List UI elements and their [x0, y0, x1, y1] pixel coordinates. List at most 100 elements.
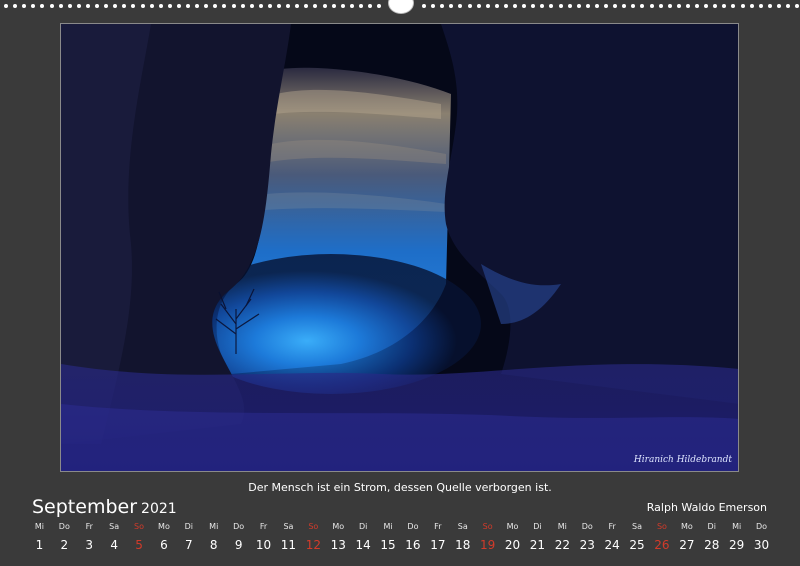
- binding-hole: [513, 4, 517, 8]
- binding-hole: [295, 4, 300, 8]
- binding-hole: [695, 4, 699, 8]
- binding-hole: [277, 4, 281, 8]
- binding-hole: [758, 4, 763, 8]
- day-cell: Mi 15: [376, 522, 401, 553]
- binding-hole: [195, 4, 200, 8]
- weekday-label: So: [134, 522, 145, 531]
- binding-hole: [358, 4, 363, 8]
- day-cell: Sa 4: [102, 522, 127, 553]
- weekday-label: Sa: [632, 522, 643, 531]
- binding-hole: [222, 4, 227, 8]
- day-number: 23: [579, 538, 595, 552]
- binding-hole: [731, 4, 736, 8]
- binding-hole: [340, 4, 345, 8]
- binding-hole: [649, 4, 654, 8]
- binding-hole: [531, 4, 536, 8]
- day-number: 25: [629, 538, 645, 552]
- binding-hole: [304, 4, 309, 8]
- weekday-label: Di: [707, 522, 716, 531]
- day-number: 3: [85, 538, 94, 552]
- binding-hole: [322, 4, 327, 8]
- binding-hole: [658, 4, 663, 8]
- binding-hole: [776, 4, 781, 8]
- day-number: 27: [679, 538, 695, 552]
- binding-hole: [540, 4, 545, 8]
- day-number: 18: [455, 538, 471, 552]
- binding-hole: [722, 4, 727, 8]
- day-cell: Sa 11: [276, 522, 301, 553]
- binding-hole: [749, 4, 754, 8]
- binding-hole: [67, 4, 72, 8]
- day-cell: Fr 17: [425, 522, 450, 553]
- binding-hole: [176, 4, 181, 8]
- binding-hole: [249, 4, 254, 8]
- binding-hole: [476, 4, 481, 8]
- binding-hole: [503, 4, 508, 8]
- cave-photo-graphic: [61, 24, 738, 471]
- weekday-label: Do: [233, 522, 245, 531]
- day-cell: Fr 3: [77, 522, 102, 553]
- binding-hole: [767, 4, 772, 8]
- day-number: 12: [305, 538, 321, 552]
- day-number: 14: [355, 538, 371, 552]
- binding-hole: [576, 4, 581, 8]
- day-cell: Mo 6: [152, 522, 177, 553]
- hanger-hole: [388, 0, 414, 14]
- day-number: 21: [529, 538, 546, 552]
- weekday-label: Do: [756, 522, 768, 531]
- photographer-signature: Hiranich Hildebrandt: [633, 455, 732, 465]
- day-number: 20: [504, 538, 521, 552]
- weekday-label: Mo: [332, 522, 345, 531]
- day-cell: Mo 13: [326, 522, 351, 553]
- day-cell: Do 16: [401, 522, 426, 553]
- binding-hole: [604, 4, 608, 8]
- binding-hole: [349, 4, 354, 8]
- day-number: 28: [704, 538, 720, 552]
- day-number: 7: [185, 538, 193, 552]
- weekday-label: So: [482, 522, 493, 531]
- weekday-label: Di: [358, 522, 368, 531]
- day-number: 19: [479, 538, 496, 552]
- day-number: 13: [330, 538, 346, 552]
- calendar-quote: Der Mensch ist ein Strom, dessen Quelle …: [248, 481, 552, 494]
- binding-hole: [631, 4, 636, 8]
- day-cell: Di 28: [699, 522, 724, 553]
- day-number: 10: [255, 538, 272, 552]
- binding-hole: [522, 4, 527, 8]
- weekday-label: Fr: [259, 522, 268, 531]
- day-cell: So 19: [475, 522, 500, 553]
- weekday-label: Sa: [109, 522, 120, 531]
- weekday-label: Do: [58, 522, 70, 531]
- weekday-label: Mo: [506, 522, 519, 531]
- binding-hole: [76, 4, 81, 8]
- weekday-label: Mi: [34, 522, 44, 531]
- day-cell: Mi 8: [201, 522, 226, 553]
- weekday-label: Fr: [608, 522, 616, 531]
- binding-hole: [613, 4, 618, 8]
- weekday-label: Mi: [732, 522, 742, 531]
- day-number: 22: [554, 538, 570, 552]
- weekday-label: Fr: [434, 522, 442, 531]
- binding-hole: [594, 4, 599, 8]
- binding-hole: [377, 4, 382, 8]
- binding-hole: [204, 4, 209, 8]
- binding-hole: [558, 4, 563, 8]
- day-number: 16: [405, 538, 421, 552]
- month-year: 2021: [141, 501, 177, 517]
- day-strip: Mi 1 Do 2 Fr 3 Sa 4 So 5 Mo 6 Di 7 Mi 8 Do 9 Fr 10 Sa 11 So 12 M…: [27, 522, 774, 556]
- day-cell: Di 7: [176, 522, 201, 553]
- binding-hole: [786, 4, 790, 8]
- binding-hole: [440, 4, 445, 8]
- binding-hole: [740, 4, 745, 8]
- binding-hole: [22, 4, 27, 8]
- weekday-label: Di: [533, 522, 542, 531]
- binding-hole: [104, 4, 109, 8]
- binding-hole: [713, 4, 718, 8]
- binding-hole: [286, 4, 291, 8]
- binding-hole: [795, 4, 800, 8]
- day-number: 9: [234, 538, 243, 552]
- weekday-label: Mo: [158, 522, 170, 531]
- day-cell: Sa 25: [625, 522, 650, 553]
- binding-hole: [122, 4, 127, 8]
- weekday-label: Sa: [283, 522, 294, 531]
